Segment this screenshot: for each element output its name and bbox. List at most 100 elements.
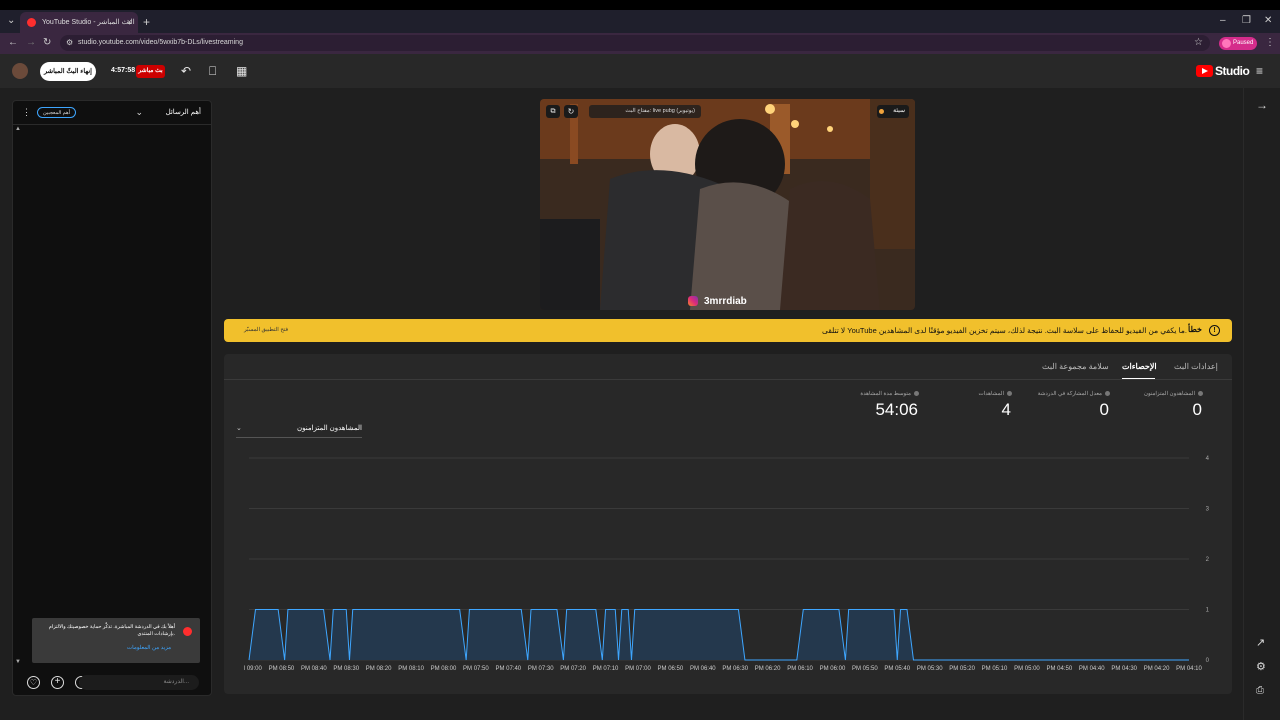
studio-header: [0, 54, 1280, 88]
right-rail: → ↗ ⚙ ⎙: [1243, 88, 1280, 720]
youtube-notice-icon: [183, 627, 192, 636]
x-tick-label: PM 04:20: [1144, 666, 1170, 672]
stream-key-select[interactable]: مفتاح البث: live pubg (يوتيوبر): [589, 105, 701, 118]
new-tab-button[interactable]: +: [143, 15, 150, 29]
x-tick-label: PM 04:40: [1079, 666, 1105, 672]
top-fans-chip[interactable]: أهم المعجبين: [37, 107, 77, 118]
browser-tab-strip: [0, 10, 1280, 33]
metric-label-avg-watch: متوسط مدة المشاهدة: [799, 391, 919, 397]
clapperboard-icon[interactable]: ▦: [236, 65, 247, 77]
profile-avatar: [1222, 39, 1231, 48]
bookmark-icon[interactable]: ⎕: [209, 65, 216, 77]
x-tick-label: PM 07:50: [463, 666, 489, 672]
popout-icon[interactable]: ↗: [1256, 636, 1265, 649]
minimize-button[interactable]: –: [1220, 15, 1226, 26]
profile-button[interactable]: Paused: [1219, 37, 1257, 50]
address-bar[interactable]: studio.youtube.com/video/5wxib7b-DLs/liv…: [60, 35, 1210, 51]
x-tick-label: PM 08:10: [398, 666, 424, 672]
y-tick-label: 3: [1206, 507, 1210, 513]
close-window-button[interactable]: ✕: [1264, 15, 1272, 26]
tab-analytics[interactable]: الإحصاءات: [1122, 362, 1157, 371]
hamburger-menu-icon[interactable]: ≡: [1256, 65, 1263, 77]
x-tick-label: PM 06:10: [787, 666, 813, 672]
tab-title: YouTube Studio - البث المباشر: [42, 19, 135, 26]
scroll-down-icon[interactable]: ▼: [15, 659, 21, 665]
browser-menu-icon[interactable]: ⋮: [1265, 37, 1275, 48]
browser-tab[interactable]: YouTube Studio - البث المباشر ×: [20, 12, 138, 33]
tab-stream-settings[interactable]: إعدادات البث: [1174, 362, 1218, 371]
x-tick-label: PM 07:20: [560, 666, 586, 672]
y-tick-label: 2: [1206, 557, 1210, 563]
x-tick-label: PM 08:30: [333, 666, 359, 672]
chart-metric-label: المشاهدون المتزامنون: [297, 425, 362, 432]
x-tick-label: PM 05:50: [852, 666, 878, 672]
chart-metric-select[interactable]: ⌄ المشاهدون المتزامنون: [236, 424, 362, 438]
x-tick-label: PM 06:30: [722, 666, 748, 672]
feedback-icon[interactable]: ⎙: [1256, 685, 1264, 696]
x-tick-label: PM 08:40: [301, 666, 327, 672]
maximize-button[interactable]: ❐: [1242, 15, 1251, 26]
heart-icon[interactable]: ♡: [27, 676, 40, 689]
x-tick-label: PM 08:20: [366, 666, 392, 672]
metric-value-views: 4: [1001, 400, 1011, 419]
chat-mode-title[interactable]: أهم الرسائل: [166, 108, 201, 116]
notice-text: أهلاً بك في الدردشة المباشرة. تذكَّر حما…: [48, 624, 175, 637]
site-info-icon[interactable]: ⚙: [66, 38, 73, 47]
x-tick-label: PM 07:30: [528, 666, 554, 672]
refresh-icon[interactable]: ↻: [564, 105, 578, 118]
tab-search-icon[interactable]: ⌄: [7, 15, 15, 26]
x-tick-label: PM 06:00: [820, 666, 846, 672]
collapse-arrow-icon[interactable]: →: [1256, 98, 1268, 112]
settings-gear-icon[interactable]: ⚙: [1256, 660, 1266, 673]
x-tick-label: PM 08:50: [269, 666, 295, 672]
channel-avatar[interactable]: [12, 63, 28, 79]
tab-stream-health[interactable]: سلامة مجموعة البث: [1042, 362, 1109, 371]
share-icon[interactable]: ↶: [181, 65, 191, 77]
y-tick-label: 1: [1206, 608, 1210, 614]
open-encoder-link[interactable]: فتح التطبيق المسبّر: [244, 327, 288, 333]
bookmark-star-icon[interactable]: ☆: [1194, 37, 1203, 48]
x-tick-label: PM 05:00: [1014, 666, 1040, 672]
analytics-card: إعدادات البث الإحصاءات سلامة مجموعة البث…: [224, 354, 1232, 694]
x-tick-label: PM 05:10: [982, 666, 1008, 672]
series-area: [249, 609, 1189, 660]
chat-welcome-notice: أهلاً بك في الدردشة المباشرة. تذكَّر حما…: [32, 618, 200, 663]
x-tick-label: PM 06:40: [690, 666, 716, 672]
learn-more-link[interactable]: مزيد من المعلومات: [127, 645, 171, 651]
x-tick-label: PM 09:00: [244, 666, 263, 672]
add-icon[interactable]: +: [51, 676, 64, 689]
metric-value-avg-watch: 54:06: [875, 400, 918, 419]
x-tick-label: PM 04:30: [1111, 666, 1137, 672]
x-tick-label: PM 06:20: [755, 666, 781, 672]
chevron-down-icon[interactable]: ⌄: [135, 107, 143, 118]
end-stream-button[interactable]: إنهاء البثّ المباشر: [40, 62, 96, 81]
reload-icon[interactable]: ↻: [43, 37, 51, 48]
studio-logo-text[interactable]: Studio: [1215, 64, 1250, 78]
y-tick-label: 4: [1206, 456, 1210, 462]
forward-arrow-icon[interactable]: →: [26, 37, 36, 48]
profile-status: Paused: [1233, 40, 1254, 46]
copy-icon[interactable]: ⧉: [546, 105, 560, 118]
chevron-down-icon: ⌄: [236, 425, 242, 432]
youtube-logo-icon[interactable]: [1196, 65, 1213, 77]
chat-more-icon[interactable]: ⋮: [22, 107, 31, 118]
x-tick-label: PM 07:00: [625, 666, 651, 672]
tab-divider: [224, 379, 1232, 380]
metric-value-chat-rate: 0: [1099, 400, 1109, 419]
tab-close-icon[interactable]: ×: [127, 12, 132, 33]
error-banner: فتح التطبيق المسبّر لا تتلقى YouTube ما …: [224, 319, 1232, 342]
stream-health-badge: سيئة: [877, 105, 909, 118]
x-tick-label: PM 08:00: [431, 666, 457, 672]
youtube-favicon-icon: [27, 18, 36, 27]
bus-interior-image: [540, 99, 915, 310]
stream-preview[interactable]: سيئة ⧉ ↻ مفتاح البث: live pubg (يوتيوبر)…: [540, 99, 915, 310]
chat-input[interactable]: الدردشة...: [79, 675, 199, 690]
concurrent-viewers-chart: 0 1 2 3 4 PM 09:00 PM 08:50 PM 08:40 PM 08:30 PM …: [244, 456, 1210, 672]
x-tick-label: PM 07:40: [495, 666, 521, 672]
back-arrow-icon[interactable]: ←: [8, 37, 18, 48]
warning-icon: !: [1209, 325, 1220, 336]
x-tick-label: PM 05:30: [917, 666, 943, 672]
instagram-icon: [688, 296, 698, 306]
scroll-up-icon[interactable]: ▲: [15, 126, 21, 132]
live-badge: بث مباشر: [136, 65, 165, 78]
